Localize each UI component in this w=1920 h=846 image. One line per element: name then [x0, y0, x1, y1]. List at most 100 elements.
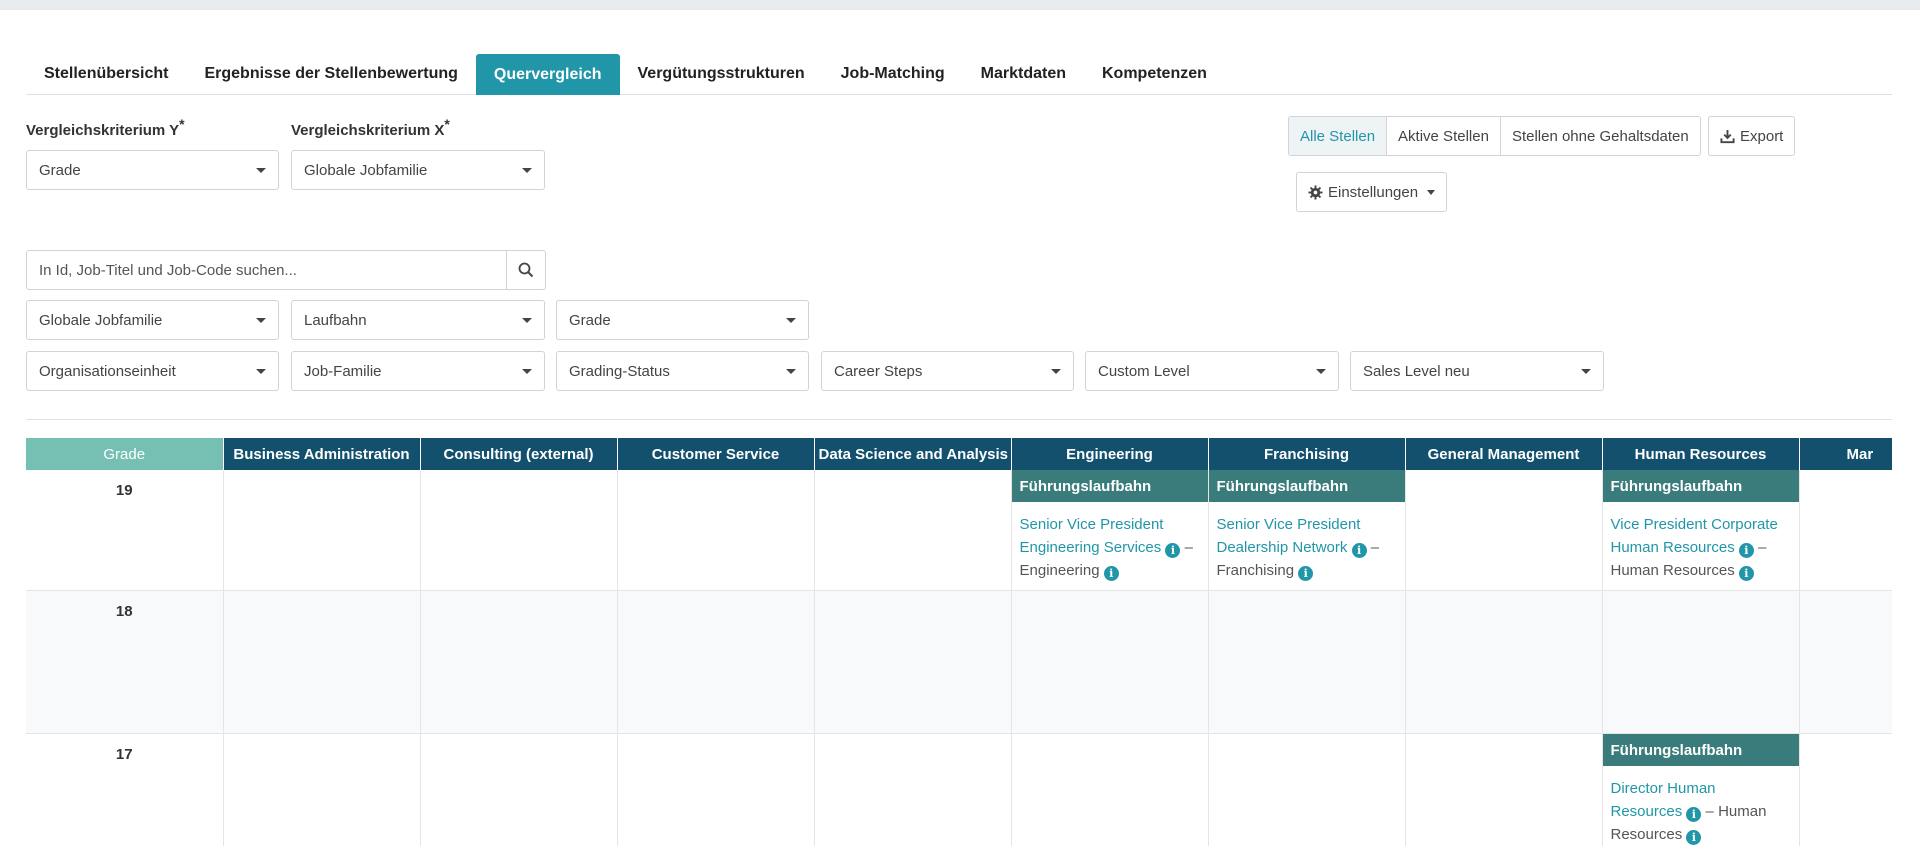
filter-sales-level-neu[interactable]: Sales Level neu [1350, 351, 1604, 391]
grid-cell [617, 733, 815, 846]
filter-ohne-gehaltsdaten-button[interactable]: Stellen ohne Gehaltsdaten [1500, 117, 1700, 155]
search-button[interactable] [506, 251, 545, 289]
filter-custom-level[interactable]: Custom Level [1085, 351, 1339, 391]
tab-kompetenzen[interactable]: Kompetenzen [1084, 54, 1225, 94]
tab-verguetungsstrukturen[interactable]: Vergütungsstrukturen [620, 54, 823, 94]
tab-stellenuebersicht[interactable]: Stellenübersicht [26, 54, 186, 94]
grid-cell: Führungslaufbahn Vice President Corporat… [1602, 470, 1800, 591]
tab-ergebnisse-stellenbewertung[interactable]: Ergebnisse der Stellenbewertung [186, 54, 475, 94]
column-header: Human Resources [1602, 438, 1800, 470]
separator: – [1705, 803, 1714, 820]
filter-label: Custom Level [1098, 362, 1190, 380]
view-filter-group: Alle Stellen Aktive Stellen Stellen ohne… [1288, 116, 1701, 156]
job-family-text: Human Resources [1610, 562, 1735, 579]
column-header: Business Administration [223, 438, 421, 470]
filter-career-steps[interactable]: Career Steps [821, 351, 1074, 391]
caret-down-icon [256, 369, 266, 374]
grade-cell: 19 [26, 470, 224, 591]
tab-job-matching[interactable]: Job-Matching [823, 54, 963, 94]
job-family-text: Franchising [1216, 562, 1295, 579]
caret-down-icon [1316, 369, 1326, 374]
tab-quervergleich[interactable]: Quervergleich [475, 54, 620, 95]
required-mark: * [444, 116, 450, 132]
grid-cell [617, 590, 815, 734]
caret-down-icon [786, 318, 796, 323]
filter-label: Laufbahn [304, 311, 367, 329]
caret-down-icon [1051, 369, 1061, 374]
job-link[interactable]: Senior Vice President Dealership Network [1217, 516, 1361, 556]
filter-globale-jobfamilie[interactable]: Globale Jobfamilie [26, 300, 279, 340]
grid-row-17: 17 Führungslaufbahn Director Human Resou… [26, 733, 1892, 846]
grid-cell [223, 733, 421, 846]
info-icon[interactable]: i [1686, 830, 1702, 845]
info-icon[interactable]: i [1103, 566, 1119, 581]
settings-dropdown-button[interactable]: Einstellungen [1296, 172, 1448, 212]
separator: – [1370, 539, 1380, 556]
grid-cell [1208, 733, 1406, 846]
column-header: Customer Service [617, 438, 815, 470]
grid-cell [1602, 590, 1800, 734]
info-icon[interactable]: i [1738, 566, 1754, 581]
grid-cell [814, 590, 1012, 734]
export-label: Export [1740, 127, 1784, 145]
tab-marktdaten[interactable]: Marktdaten [963, 54, 1084, 94]
search-icon [518, 262, 534, 278]
caret-down-icon [1581, 369, 1591, 374]
grid-row-18: 18 [26, 590, 1892, 734]
filter-aktive-stellen-button[interactable]: Aktive Stellen [1387, 117, 1501, 155]
job-family-text: Engineering [1019, 562, 1100, 579]
criterion-x-select[interactable]: Globale Jobfamilie [291, 150, 545, 190]
separator: – [1184, 539, 1193, 556]
grid-cell [1405, 470, 1603, 591]
grid-cell [1799, 590, 1892, 734]
job-link[interactable]: Senior Vice President Engineering Servic… [1020, 516, 1164, 556]
grid-cell [1011, 590, 1209, 734]
grid-cell [420, 470, 618, 591]
column-header: Franchising [1208, 438, 1406, 470]
comparison-grid: Grade Business Administration Consulting… [26, 438, 1892, 846]
grid-cell: Führungslaufbahn Senior Vice President E… [1011, 470, 1209, 591]
criterion-x-value: Globale Jobfamilie [304, 161, 428, 179]
filter-label: Globale Jobfamilie [39, 311, 163, 329]
info-icon[interactable]: i [1738, 543, 1754, 558]
grid-cell [223, 590, 421, 734]
caret-down-icon [1427, 189, 1436, 195]
settings-label: Einstellungen [1328, 183, 1419, 201]
filter-label: Grading-Status [569, 362, 670, 380]
filter-alle-stellen-button[interactable]: Alle Stellen [1289, 117, 1388, 155]
grade-column-header: Grade [26, 438, 224, 470]
grid-cell [223, 470, 421, 591]
filter-job-familie[interactable]: Job-Familie [291, 351, 545, 391]
grid-cell [420, 733, 618, 846]
grid-cell [617, 470, 815, 591]
required-mark: * [179, 116, 185, 132]
grid-cell [1011, 733, 1209, 846]
info-icon[interactable]: i [1165, 543, 1181, 558]
filter-laufbahn[interactable]: Laufbahn [291, 300, 545, 340]
caret-down-icon [522, 369, 532, 374]
info-icon[interactable]: i [1298, 566, 1314, 581]
info-icon[interactable]: i [1686, 807, 1702, 822]
caret-down-icon [786, 369, 796, 374]
grid-cell [1208, 590, 1406, 734]
job-entry: Senior Vice President Dealership Network… [1209, 502, 1405, 590]
info-icon[interactable]: i [1351, 543, 1367, 558]
export-button[interactable]: Export [1708, 116, 1796, 156]
column-header: General Management [1405, 438, 1603, 470]
grid-cell: Führungslaufbahn Director Human Resource… [1602, 733, 1800, 846]
filter-grade[interactable]: Grade [556, 300, 809, 340]
search-input[interactable] [27, 251, 506, 289]
grid-cell [814, 470, 1012, 591]
grade-cell: 18 [26, 590, 224, 734]
filter-label: Job-Familie [304, 362, 382, 380]
column-header: Mar [1799, 438, 1892, 470]
main-tabs: Stellenübersicht Ergebnisse der Stellenb… [26, 54, 1892, 95]
criterion-x-label-text: Vergleichskriterium X [291, 122, 445, 139]
top-bar [0, 0, 1920, 10]
criterion-y-select[interactable]: Grade [26, 150, 279, 190]
grid-cell [1405, 733, 1603, 846]
filter-organisationseinheit[interactable]: Organisationseinheit [26, 351, 279, 391]
download-icon [1720, 129, 1735, 143]
criterion-y-value: Grade [39, 161, 81, 179]
filter-grading-status[interactable]: Grading-Status [556, 351, 809, 391]
